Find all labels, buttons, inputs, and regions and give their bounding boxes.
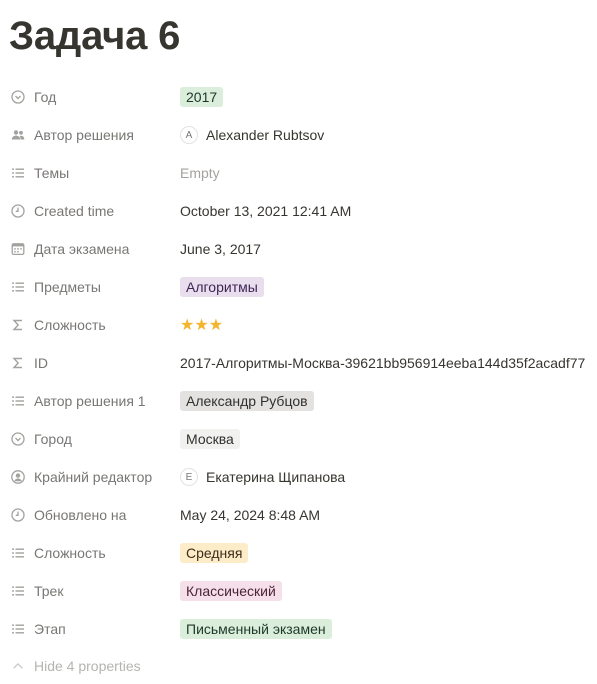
clock-icon: [10, 507, 26, 523]
property-label: Дата экзамена: [34, 241, 130, 257]
person-name: Екатерина Щипанова: [206, 469, 346, 485]
properties-list: Год 2017 Автор решения A Alexander Rubts…: [0, 78, 597, 648]
property-name-topics[interactable]: Темы: [10, 154, 180, 192]
property-label: Трек: [34, 583, 64, 599]
person-name: Alexander Rubtsov: [206, 127, 325, 143]
property-row-track: Трек Классический: [0, 572, 597, 610]
property-name-solution-author[interactable]: Автор решения: [10, 116, 180, 154]
chevron-up-icon: [10, 658, 26, 674]
property-value-subjects[interactable]: Алгоритмы: [180, 268, 264, 306]
avatar: Е: [180, 468, 198, 486]
property-name-subjects[interactable]: Предметы: [10, 268, 180, 306]
list-icon: [10, 621, 26, 637]
city-tag: Москва: [180, 429, 240, 449]
property-row-id: ID 2017-Алгоритмы-Москва-39621bb956914ee…: [0, 344, 597, 382]
property-label: Created time: [34, 203, 115, 219]
property-row-last-editor: Крайний редактор Е Екатерина Щипанова: [0, 458, 597, 496]
property-value-solution-author[interactable]: A Alexander Rubtsov: [180, 116, 324, 154]
property-value-topics[interactable]: Empty: [180, 154, 220, 192]
property-name-id[interactable]: ID: [10, 344, 180, 382]
property-row-year: Год 2017: [0, 78, 597, 116]
property-row-created-time: Created time October 13, 2021 12:41 AM: [0, 192, 597, 230]
year-tag: 2017: [180, 87, 224, 107]
list-icon: [10, 279, 26, 295]
formula-icon: [10, 355, 26, 371]
property-row-solution-author-1: Автор решения 1 Александр Рубцов: [0, 382, 597, 420]
property-label: Год: [34, 89, 57, 105]
property-row-topics: Темы Empty: [0, 154, 597, 192]
avatar: A: [180, 126, 198, 144]
property-label: Автор решения: [34, 127, 134, 143]
property-label: Город: [34, 431, 72, 447]
select-icon: [10, 431, 26, 447]
property-row-subjects: Предметы Алгоритмы: [0, 268, 597, 306]
property-row-updated-at: Обновлено на May 24, 2024 8:48 AM: [0, 496, 597, 534]
property-name-year[interactable]: Год: [10, 78, 180, 116]
hide-properties-button[interactable]: Hide 4 properties: [10, 654, 141, 678]
property-label: Темы: [34, 165, 70, 181]
property-name-exam-date[interactable]: Дата экзамена: [10, 230, 180, 268]
people-icon: [10, 127, 26, 143]
property-name-last-editor[interactable]: Крайний редактор: [10, 458, 180, 496]
property-label: Автор решения 1: [34, 393, 146, 409]
person-circle-icon: [10, 469, 26, 485]
property-value-solution-author-1[interactable]: Александр Рубцов: [180, 382, 314, 420]
property-row-city: Город Москва: [0, 420, 597, 458]
property-name-difficulty-rating[interactable]: Сложность: [10, 306, 180, 344]
list-icon: [10, 545, 26, 561]
property-name-solution-author-1[interactable]: Автор решения 1: [10, 382, 180, 420]
property-name-track[interactable]: Трек: [10, 572, 180, 610]
property-row-difficulty-rating: Сложность ★★★: [0, 306, 597, 344]
property-label: Обновлено на: [34, 507, 127, 523]
property-label: Сложность: [34, 545, 106, 561]
calendar-icon: [10, 241, 26, 257]
property-name-created-time[interactable]: Created time: [10, 192, 180, 230]
property-value-exam-date[interactable]: June 3, 2017: [180, 230, 261, 268]
property-name-stage[interactable]: Этап: [10, 610, 180, 648]
property-value-year[interactable]: 2017: [180, 78, 224, 116]
property-value-difficulty[interactable]: Средняя: [180, 534, 249, 572]
star-rating: ★★★: [180, 317, 224, 334]
author-tag: Александр Рубцов: [180, 391, 314, 411]
page-title[interactable]: Задача 6: [9, 12, 180, 60]
property-label: Предметы: [34, 279, 101, 295]
stage-tag: Письменный экзамен: [180, 619, 332, 639]
track-tag: Классический: [180, 581, 282, 601]
property-label: ID: [34, 355, 48, 371]
property-label: Сложность: [34, 317, 106, 333]
list-icon: [10, 583, 26, 599]
property-label: Крайний редактор: [34, 469, 153, 485]
property-name-city[interactable]: Город: [10, 420, 180, 458]
subject-tag: Алгоритмы: [180, 277, 264, 297]
property-value-stage[interactable]: Письменный экзамен: [180, 610, 332, 648]
list-icon: [10, 165, 26, 181]
hide-properties-label: Hide 4 properties: [34, 658, 141, 674]
property-value-track[interactable]: Классический: [180, 572, 282, 610]
property-name-difficulty[interactable]: Сложность: [10, 534, 180, 572]
property-value-last-editor[interactable]: Е Екатерина Щипанова: [180, 458, 345, 496]
property-row-stage: Этап Письменный экзамен: [0, 610, 597, 648]
notion-page: Задача 6 Год 2017 Автор решения A Alexan…: [0, 0, 597, 684]
clock-icon: [10, 203, 26, 219]
property-row-difficulty: Сложность Средняя: [0, 534, 597, 572]
property-value-created-time[interactable]: October 13, 2021 12:41 AM: [180, 192, 351, 230]
property-value-updated-at[interactable]: May 24, 2024 8:48 AM: [180, 496, 320, 534]
select-icon: [10, 89, 26, 105]
formula-icon: [10, 317, 26, 333]
property-row-exam-date: Дата экзамена June 3, 2017: [0, 230, 597, 268]
property-value-city[interactable]: Москва: [180, 420, 240, 458]
property-value-difficulty-rating[interactable]: ★★★: [180, 306, 223, 344]
property-value-id[interactable]: 2017-Алгоритмы-Москва-39621bb956914eeba1…: [180, 344, 585, 382]
property-name-updated-at[interactable]: Обновлено на: [10, 496, 180, 534]
property-row-solution-author: Автор решения A Alexander Rubtsov: [0, 116, 597, 154]
property-label: Этап: [34, 621, 66, 637]
difficulty-tag: Средняя: [180, 543, 249, 563]
list-icon: [10, 393, 26, 409]
